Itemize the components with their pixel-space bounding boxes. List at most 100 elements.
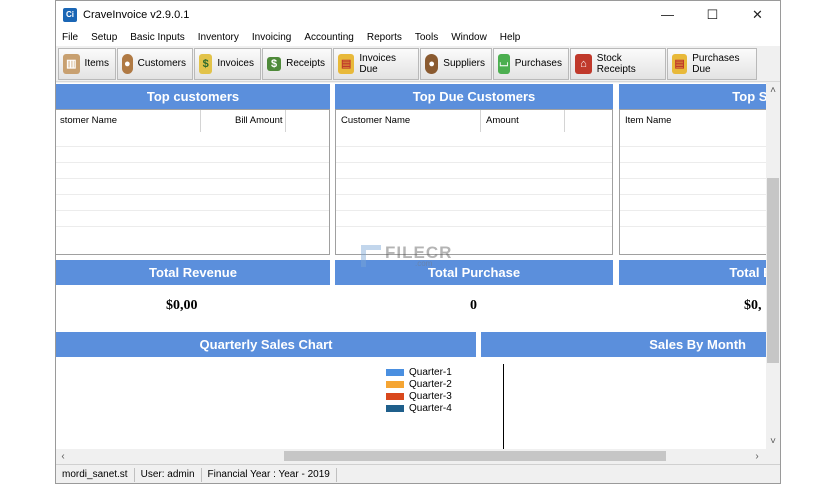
menu-accounting[interactable]: Accounting bbox=[304, 32, 353, 43]
suppliers-button[interactable]: ● Suppliers bbox=[420, 47, 492, 80]
scroll-down-arrow-icon[interactable]: ˅ bbox=[766, 434, 780, 448]
app-logo-icon: Ci bbox=[63, 7, 77, 22]
customers-button-label: Customers bbox=[137, 58, 186, 69]
vertical-scrollbar[interactable]: ˄ ˅ bbox=[766, 83, 780, 449]
grid-row-line bbox=[336, 226, 612, 227]
close-button[interactable]: ✕ bbox=[735, 1, 780, 28]
items-icon: ▥ bbox=[63, 53, 80, 74]
chart-legend: Quarter-1 Quarter-2 Quarter-3 Quarter-4 bbox=[386, 366, 452, 414]
column-bill-amount[interactable]: Bill Amount bbox=[201, 110, 286, 132]
total-revenue-value: $0,00 bbox=[166, 298, 198, 313]
items-button-label: Items bbox=[84, 58, 109, 69]
chart-axis-line bbox=[503, 364, 504, 449]
grid-row-line bbox=[56, 162, 329, 163]
top-due-customers-grid-header: Customer Name Amount bbox=[336, 110, 612, 132]
legend-item-quarter-3: Quarter-3 bbox=[386, 390, 452, 402]
customer-person-icon: ● bbox=[122, 53, 133, 74]
maximize-button[interactable]: ☐ bbox=[690, 1, 735, 28]
grid-row-line bbox=[56, 210, 329, 211]
grid-row-line bbox=[336, 210, 612, 211]
scrollbar-corner bbox=[766, 449, 780, 463]
invoices-due-button[interactable]: ▤ Invoices Due bbox=[333, 47, 419, 80]
top-customers-grid-header: stomer Name Bill Amount bbox=[56, 110, 329, 132]
window-controls: — ☐ ✕ bbox=[645, 1, 780, 28]
menu-invoicing[interactable]: Invoicing bbox=[252, 32, 291, 43]
column-item-name[interactable]: Item Name bbox=[620, 110, 766, 132]
grid-row-line bbox=[620, 194, 766, 195]
suppliers-button-label: Suppliers bbox=[443, 58, 485, 69]
grid-row-line bbox=[56, 194, 329, 195]
dashboard-content: Top customers stomer Name Bill Amount To… bbox=[56, 83, 766, 449]
legend-label: Quarter-3 bbox=[409, 390, 452, 402]
grid-row-line bbox=[620, 226, 766, 227]
legend-label: Quarter-1 bbox=[409, 366, 452, 378]
menu-help[interactable]: Help bbox=[500, 32, 521, 43]
menu-setup[interactable]: Setup bbox=[91, 32, 117, 43]
total-revenue-header: Total Revenue bbox=[56, 260, 330, 285]
stock-receipts-button[interactable]: ⌂ Stock Receipts bbox=[570, 47, 666, 80]
invoices-due-icon: ▤ bbox=[338, 53, 355, 74]
column-customer-name[interactable]: stomer Name bbox=[56, 110, 201, 132]
legend-swatch bbox=[386, 368, 404, 376]
grid-row-line bbox=[620, 210, 766, 211]
grid-row-line bbox=[620, 162, 766, 163]
purchases-due-button[interactable]: ▤ Purchases Due bbox=[667, 47, 757, 80]
horizontal-scrollbar[interactable]: ‹ › bbox=[56, 449, 766, 463]
grid-row-line bbox=[336, 194, 612, 195]
column-filler bbox=[565, 110, 612, 132]
grid-row-line bbox=[56, 226, 329, 227]
grid-row-line bbox=[336, 162, 612, 163]
supplier-person-icon: ● bbox=[425, 53, 439, 74]
menu-inventory[interactable]: Inventory bbox=[198, 32, 239, 43]
column-filler bbox=[286, 110, 329, 132]
stock-receipts-button-label: Stock Receipts bbox=[596, 52, 636, 75]
quarterly-sales-chart-header: Quarterly Sales Chart bbox=[56, 332, 476, 357]
grid-row-line bbox=[56, 178, 329, 179]
top-due-customers-header: Top Due Customers bbox=[335, 84, 613, 109]
total-expense-header: Total Ex bbox=[619, 260, 766, 285]
menu-reports[interactable]: Reports bbox=[367, 32, 402, 43]
total-purchase-value: 0 bbox=[470, 298, 477, 313]
grid-row-line bbox=[336, 178, 612, 179]
items-button[interactable]: ▥ Items bbox=[58, 47, 116, 80]
vertical-scroll-thumb[interactable] bbox=[767, 178, 779, 363]
invoices-button[interactable]: $ Invoices bbox=[194, 47, 261, 80]
top-due-customers-grid[interactable]: Customer Name Amount bbox=[335, 109, 613, 255]
horizontal-scroll-thumb[interactable] bbox=[284, 451, 666, 461]
purchases-due-icon: ▤ bbox=[672, 53, 688, 74]
purchases-button[interactable]: ⌴ Purchases bbox=[493, 47, 569, 80]
legend-item-quarter-2: Quarter-2 bbox=[386, 378, 452, 390]
legend-label: Quarter-4 bbox=[409, 402, 452, 414]
filecr-logo-icon bbox=[361, 244, 381, 267]
menu-basic-inputs[interactable]: Basic Inputs bbox=[130, 32, 184, 43]
scroll-right-arrow-icon[interactable]: › bbox=[750, 449, 764, 463]
column-amount[interactable]: Amount bbox=[481, 110, 565, 132]
cash-receipt-icon: $ bbox=[267, 56, 282, 71]
menu-file[interactable]: File bbox=[62, 32, 78, 43]
legend-label: Quarter-2 bbox=[409, 378, 452, 390]
legend-item-quarter-4: Quarter-4 bbox=[386, 402, 452, 414]
title-bar: Ci CraveInvoice v2.9.0.1 — ☐ ✕ bbox=[56, 1, 780, 28]
status-company: mordi_sanet.st bbox=[56, 467, 135, 482]
customers-button[interactable]: ● Customers bbox=[117, 47, 193, 80]
scroll-up-arrow-icon[interactable]: ˄ bbox=[766, 83, 780, 97]
column-customer-name[interactable]: Customer Name bbox=[336, 110, 481, 132]
top-sold-header: Top Sol bbox=[619, 84, 766, 109]
toolbar: ▥ Items ● Customers $ Invoices $ Receipt… bbox=[56, 46, 780, 82]
purchases-button-label: Purchases bbox=[514, 58, 562, 69]
top-sold-grid[interactable]: Item Name bbox=[619, 109, 766, 255]
app-window: Ci CraveInvoice v2.9.0.1 — ☐ ✕ File Setu… bbox=[55, 0, 781, 484]
scroll-left-arrow-icon[interactable]: ‹ bbox=[56, 449, 70, 463]
minimize-button[interactable]: — bbox=[645, 1, 690, 28]
grid-row-line bbox=[56, 146, 329, 147]
menu-tools[interactable]: Tools bbox=[415, 32, 438, 43]
menu-window[interactable]: Window bbox=[451, 32, 487, 43]
legend-swatch bbox=[386, 392, 404, 400]
top-customers-grid[interactable]: stomer Name Bill Amount bbox=[56, 109, 330, 255]
watermark-text-group: FILECR .com bbox=[385, 243, 452, 268]
receipts-button[interactable]: $ Receipts bbox=[262, 47, 332, 80]
total-expense-value: $0, bbox=[744, 298, 762, 313]
warehouse-icon: ⌂ bbox=[575, 53, 592, 74]
legend-swatch bbox=[386, 404, 404, 412]
grid-row-line bbox=[336, 146, 612, 147]
